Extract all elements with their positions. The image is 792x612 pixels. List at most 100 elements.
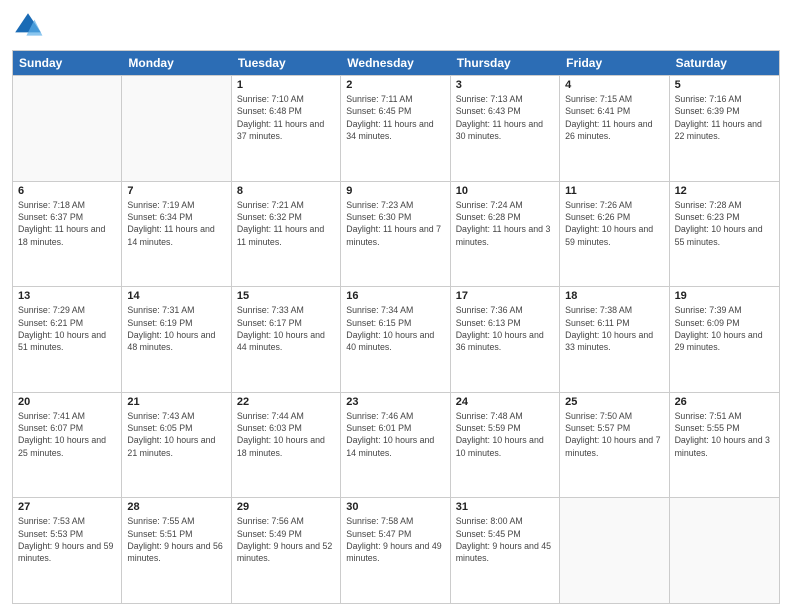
calendar-cell: 20Sunrise: 7:41 AM Sunset: 6:07 PM Dayli… <box>13 393 122 498</box>
calendar-cell: 7 Sunrise: 7:19 AM Sunset: 6:34 PM Daylig… <box>122 182 231 287</box>
day-number: 24 <box>456 396 554 408</box>
page: SundayMondayTuesdayWednesdayThursdayFrid… <box>0 0 792 612</box>
calendar-cell <box>560 498 669 603</box>
calendar-cell: 9 Sunrise: 7:23 AM Sunset: 6:30 PM Daylig… <box>341 182 450 287</box>
calendar-cell: 13 Sunrise: 7:29 AM Sunset: 6:21 PM Dayli… <box>13 287 122 392</box>
calendar-cell: 28 Sunrise: 7:55 AM Sunset: 5:51 PM Dayli… <box>122 498 231 603</box>
calendar-row-4: 27 Sunrise: 7:53 AM Sunset: 5:53 PM Dayli… <box>13 497 779 603</box>
day-info: Sunrise: 7:23 AM Sunset: 6:30 PM Dayligh… <box>346 199 444 248</box>
day-number: 28 <box>127 501 225 513</box>
calendar-body: 1Sunrise: 7:10 AM Sunset: 6:48 PM Daylig… <box>13 75 779 603</box>
day-info: Sunrise: 7:43 AM Sunset: 6:05 PM Dayligh… <box>127 410 225 459</box>
day-info: Sunrise: 7:18 AM Sunset: 6:37 PM Dayligh… <box>18 199 116 248</box>
day-info: Sunrise: 7:36 AM Sunset: 6:13 PM Dayligh… <box>456 304 554 353</box>
day-number: 3 <box>456 79 554 91</box>
day-number: 2 <box>346 79 444 91</box>
day-info: Sunrise: 7:21 AM Sunset: 6:32 PM Dayligh… <box>237 199 335 248</box>
calendar-cell: 14 Sunrise: 7:31 AM Sunset: 6:19 PM Dayli… <box>122 287 231 392</box>
day-info: Sunrise: 7:58 AM Sunset: 5:47 PM Dayligh… <box>346 515 444 564</box>
day-info: Sunrise: 7:39 AM Sunset: 6:09 PM Dayligh… <box>675 304 774 353</box>
day-number: 30 <box>346 501 444 513</box>
day-info: Sunrise: 7:50 AM Sunset: 5:57 PM Dayligh… <box>565 410 663 459</box>
day-info: Sunrise: 7:44 AM Sunset: 6:03 PM Dayligh… <box>237 410 335 459</box>
day-info: Sunrise: 7:33 AM Sunset: 6:17 PM Dayligh… <box>237 304 335 353</box>
day-number: 7 <box>127 185 225 197</box>
logo <box>12 10 48 42</box>
calendar-cell: 15 Sunrise: 7:33 AM Sunset: 6:17 PM Dayli… <box>232 287 341 392</box>
calendar-cell <box>670 498 779 603</box>
header-day-thursday: Thursday <box>451 51 560 75</box>
day-info: Sunrise: 8:00 AM Sunset: 5:45 PM Dayligh… <box>456 515 554 564</box>
calendar-cell <box>13 76 122 181</box>
header-day-monday: Monday <box>122 51 231 75</box>
calendar-cell: 29 Sunrise: 7:56 AM Sunset: 5:49 PM Dayli… <box>232 498 341 603</box>
day-number: 19 <box>675 290 774 302</box>
calendar-row-2: 13 Sunrise: 7:29 AM Sunset: 6:21 PM Dayli… <box>13 286 779 392</box>
header-day-tuesday: Tuesday <box>232 51 341 75</box>
day-info: Sunrise: 7:29 AM Sunset: 6:21 PM Dayligh… <box>18 304 116 353</box>
day-info: Sunrise: 7:53 AM Sunset: 5:53 PM Dayligh… <box>18 515 116 564</box>
calendar-row-1: 6 Sunrise: 7:18 AM Sunset: 6:37 PM Daylig… <box>13 181 779 287</box>
calendar-header: SundayMondayTuesdayWednesdayThursdayFrid… <box>13 51 779 75</box>
day-number: 16 <box>346 290 444 302</box>
day-number: 23 <box>346 396 444 408</box>
calendar-cell: 25Sunrise: 7:50 AM Sunset: 5:57 PM Dayli… <box>560 393 669 498</box>
day-info: Sunrise: 7:24 AM Sunset: 6:28 PM Dayligh… <box>456 199 554 248</box>
day-number: 31 <box>456 501 554 513</box>
day-number: 21 <box>127 396 225 408</box>
day-info: Sunrise: 7:26 AM Sunset: 6:26 PM Dayligh… <box>565 199 663 248</box>
day-number: 15 <box>237 290 335 302</box>
day-number: 22 <box>237 396 335 408</box>
calendar-cell: 17 Sunrise: 7:36 AM Sunset: 6:13 PM Dayli… <box>451 287 560 392</box>
day-number: 10 <box>456 185 554 197</box>
day-info: Sunrise: 7:56 AM Sunset: 5:49 PM Dayligh… <box>237 515 335 564</box>
calendar-cell <box>122 76 231 181</box>
calendar-cell: 26Sunrise: 7:51 AM Sunset: 5:55 PM Dayli… <box>670 393 779 498</box>
calendar-cell: 2Sunrise: 7:11 AM Sunset: 6:45 PM Daylig… <box>341 76 450 181</box>
day-info: Sunrise: 7:28 AM Sunset: 6:23 PM Dayligh… <box>675 199 774 248</box>
calendar-row-0: 1Sunrise: 7:10 AM Sunset: 6:48 PM Daylig… <box>13 75 779 181</box>
header-day-sunday: Sunday <box>13 51 122 75</box>
calendar: SundayMondayTuesdayWednesdayThursdayFrid… <box>12 50 780 604</box>
calendar-cell: 4Sunrise: 7:15 AM Sunset: 6:41 PM Daylig… <box>560 76 669 181</box>
day-number: 17 <box>456 290 554 302</box>
calendar-cell: 1Sunrise: 7:10 AM Sunset: 6:48 PM Daylig… <box>232 76 341 181</box>
calendar-row-3: 20Sunrise: 7:41 AM Sunset: 6:07 PM Dayli… <box>13 392 779 498</box>
calendar-cell: 22 Sunrise: 7:44 AM Sunset: 6:03 PM Dayli… <box>232 393 341 498</box>
calendar-cell: 31 Sunrise: 8:00 AM Sunset: 5:45 PM Dayli… <box>451 498 560 603</box>
day-number: 6 <box>18 185 116 197</box>
day-number: 8 <box>237 185 335 197</box>
day-number: 13 <box>18 290 116 302</box>
day-info: Sunrise: 7:15 AM Sunset: 6:41 PM Dayligh… <box>565 93 663 142</box>
day-info: Sunrise: 7:19 AM Sunset: 6:34 PM Dayligh… <box>127 199 225 248</box>
calendar-cell: 6 Sunrise: 7:18 AM Sunset: 6:37 PM Daylig… <box>13 182 122 287</box>
day-number: 5 <box>675 79 774 91</box>
day-number: 14 <box>127 290 225 302</box>
calendar-cell: 16 Sunrise: 7:34 AM Sunset: 6:15 PM Dayli… <box>341 287 450 392</box>
header-day-friday: Friday <box>560 51 669 75</box>
day-number: 1 <box>237 79 335 91</box>
day-number: 29 <box>237 501 335 513</box>
day-number: 26 <box>675 396 774 408</box>
calendar-cell: 30 Sunrise: 7:58 AM Sunset: 5:47 PM Dayli… <box>341 498 450 603</box>
calendar-cell: 5 Sunrise: 7:16 AM Sunset: 6:39 PM Daylig… <box>670 76 779 181</box>
header-day-saturday: Saturday <box>670 51 779 75</box>
day-info: Sunrise: 7:31 AM Sunset: 6:19 PM Dayligh… <box>127 304 225 353</box>
day-info: Sunrise: 7:16 AM Sunset: 6:39 PM Dayligh… <box>675 93 774 142</box>
day-info: Sunrise: 7:46 AM Sunset: 6:01 PM Dayligh… <box>346 410 444 459</box>
day-info: Sunrise: 7:13 AM Sunset: 6:43 PM Dayligh… <box>456 93 554 142</box>
day-info: Sunrise: 7:48 AM Sunset: 5:59 PM Dayligh… <box>456 410 554 459</box>
day-number: 27 <box>18 501 116 513</box>
day-info: Sunrise: 7:38 AM Sunset: 6:11 PM Dayligh… <box>565 304 663 353</box>
header-day-wednesday: Wednesday <box>341 51 450 75</box>
day-number: 12 <box>675 185 774 197</box>
day-number: 9 <box>346 185 444 197</box>
calendar-cell: 18Sunrise: 7:38 AM Sunset: 6:11 PM Dayli… <box>560 287 669 392</box>
calendar-cell: 24 Sunrise: 7:48 AM Sunset: 5:59 PM Dayli… <box>451 393 560 498</box>
day-info: Sunrise: 7:34 AM Sunset: 6:15 PM Dayligh… <box>346 304 444 353</box>
calendar-cell: 23 Sunrise: 7:46 AM Sunset: 6:01 PM Dayli… <box>341 393 450 498</box>
calendar-cell: 11Sunrise: 7:26 AM Sunset: 6:26 PM Dayli… <box>560 182 669 287</box>
logo-icon <box>12 10 44 42</box>
calendar-cell: 8 Sunrise: 7:21 AM Sunset: 6:32 PM Daylig… <box>232 182 341 287</box>
day-info: Sunrise: 7:55 AM Sunset: 5:51 PM Dayligh… <box>127 515 225 564</box>
